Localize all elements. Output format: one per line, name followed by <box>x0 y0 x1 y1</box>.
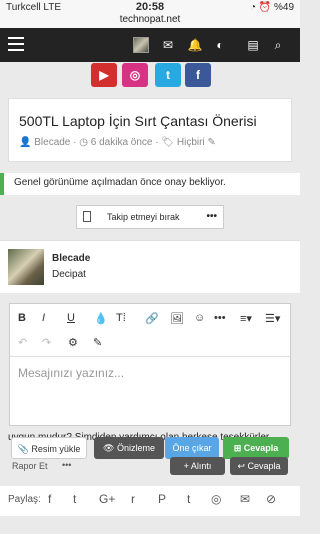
top-nav: ✉ 🔔 ◐ ▤ ⌕ <box>0 28 300 62</box>
color-icon[interactable]: 💧 <box>94 312 108 325</box>
twitter-button[interactable]: t <box>155 63 181 87</box>
eraser-icon[interactable]: ✎ <box>93 336 102 349</box>
thread-author[interactable]: Blecade <box>34 137 70 148</box>
reply-label: Cevapla <box>243 443 279 453</box>
status-bar: Turkcell LTE 20:58 ◔ ⏰ %49 technopat.net <box>0 0 300 28</box>
preview-label: Önizleme <box>116 443 155 453</box>
share-label: Paylaş: <box>8 494 41 505</box>
thread-tag: Hiçbiri <box>176 137 205 148</box>
editor-divider <box>10 356 290 357</box>
user-avatar[interactable] <box>133 37 149 53</box>
watch-toolbar: Takip etmeyi bırak ••• <box>76 205 224 229</box>
pinterest-share-icon[interactable]: P <box>158 492 166 506</box>
settings-icon[interactable]: ⚙ <box>68 336 78 349</box>
clock-icon: ◷ <box>79 137 88 148</box>
menu-icon[interactable] <box>8 37 24 53</box>
link-share-icon[interactable]: ⊘ <box>266 492 276 506</box>
link-icon[interactable]: 🔗 <box>145 312 159 325</box>
document-icon[interactable]: ▤ <box>245 37 261 53</box>
bold-button[interactable]: B <box>18 312 26 324</box>
facebook-share-icon[interactable]: f <box>48 492 51 506</box>
post-more-menu[interactable]: ••• <box>62 460 71 470</box>
reply-editor: B I U 💧 T⁞ 🔗 🖼 ☺ ••• ≡▾ ☰▾ ↶ ↷ ⚙ ✎ Mesaj… <box>9 303 291 426</box>
post-body: Decipat <box>52 269 86 280</box>
preview-button[interactable]: 👁 Önizleme <box>94 437 164 459</box>
reply-post-button[interactable]: ↩ Cevapla <box>230 457 288 475</box>
mail-icon[interactable]: ✉ <box>160 37 176 53</box>
url-bar[interactable]: technopat.net <box>0 14 300 25</box>
user-icon: 👤 <box>19 137 32 148</box>
toggle-icon[interactable]: ◐ <box>212 37 228 53</box>
bell-icon[interactable]: 🔔 <box>187 37 203 53</box>
align-button[interactable]: ≡▾ <box>240 312 252 325</box>
upload-image-button[interactable]: 📎 Resim yükle <box>11 437 87 459</box>
bottom-strip <box>0 516 300 534</box>
upload-label: Resim yükle <box>31 444 81 454</box>
edit-icon[interactable]: ✎ <box>207 137 215 148</box>
reply-button[interactable]: ⊞ Cevapla <box>223 437 289 459</box>
reddit-share-icon[interactable]: r <box>131 492 135 506</box>
approval-notice: Genel görünüme açılmadan önce onay bekli… <box>0 173 300 195</box>
underline-button[interactable]: U <box>67 312 75 324</box>
post: Blecade Decipat <box>0 240 300 293</box>
search-icon[interactable]: ⌕ <box>270 37 286 53</box>
tag-icon: 🏷 <box>161 137 175 148</box>
email-share-icon[interactable]: ✉ <box>240 492 250 506</box>
plus-icon: ⊞ <box>233 443 244 453</box>
paperclip-icon: 📎 <box>17 444 32 454</box>
google-share-icon[interactable]: G+ <box>99 492 115 506</box>
tumblr-share-icon[interactable]: t <box>187 492 190 506</box>
twitter-share-icon[interactable]: t <box>73 492 76 506</box>
emoji-icon[interactable]: ☺ <box>194 312 205 324</box>
facebook-button[interactable]: f <box>185 63 211 87</box>
image-icon[interactable]: 🖼 <box>170 312 184 325</box>
thread-meta: 👤 Blecade · ◷ 6 dakika önce · 🏷 Hiçbiri … <box>19 137 216 148</box>
list-button[interactable]: ☰▾ <box>265 312 280 325</box>
report-link[interactable]: Rapor Et <box>12 461 48 471</box>
redo-icon[interactable]: ↷ <box>42 336 51 349</box>
thread-title: 500TL Laptop İçin Sırt Çantası Önerisi <box>19 113 257 129</box>
instagram-button[interactable]: ◎ <box>122 63 148 87</box>
post-avatar[interactable] <box>8 249 44 285</box>
message-input[interactable]: Mesajınızı yazınız... <box>18 366 124 380</box>
eye-icon: 👁 <box>103 443 117 453</box>
more-format-button[interactable]: ••• <box>214 312 226 324</box>
italic-button[interactable]: I <box>42 312 45 324</box>
battery-label: ◔ ⏰ %49 <box>249 2 294 13</box>
more-menu[interactable]: ••• <box>206 211 217 222</box>
font-size-button[interactable]: T⁞ <box>116 312 126 324</box>
post-author[interactable]: Blecade <box>52 253 90 264</box>
reply-post-label: Cevapla <box>247 461 281 471</box>
quote-button[interactable]: + Alıntı <box>170 457 225 475</box>
reply-icon: ↩ <box>237 461 248 471</box>
thread-card: 500TL Laptop İçin Sırt Çantası Önerisi 👤… <box>8 98 292 162</box>
whatsapp-share-icon[interactable]: ◎ <box>211 492 221 506</box>
unwatch-button[interactable]: Takip etmeyi bırak <box>107 212 180 222</box>
undo-icon[interactable]: ↶ <box>18 336 27 349</box>
promote-button[interactable]: Öne çıkar <box>165 437 219 459</box>
youtube-button[interactable]: ▶ <box>91 63 117 87</box>
thread-time: 6 dakika önce <box>90 137 153 148</box>
share-bar: Paylaş: f t G+ r P t ◎ ✉ ⊘ <box>0 486 300 516</box>
bookmark-icon[interactable] <box>83 211 91 222</box>
